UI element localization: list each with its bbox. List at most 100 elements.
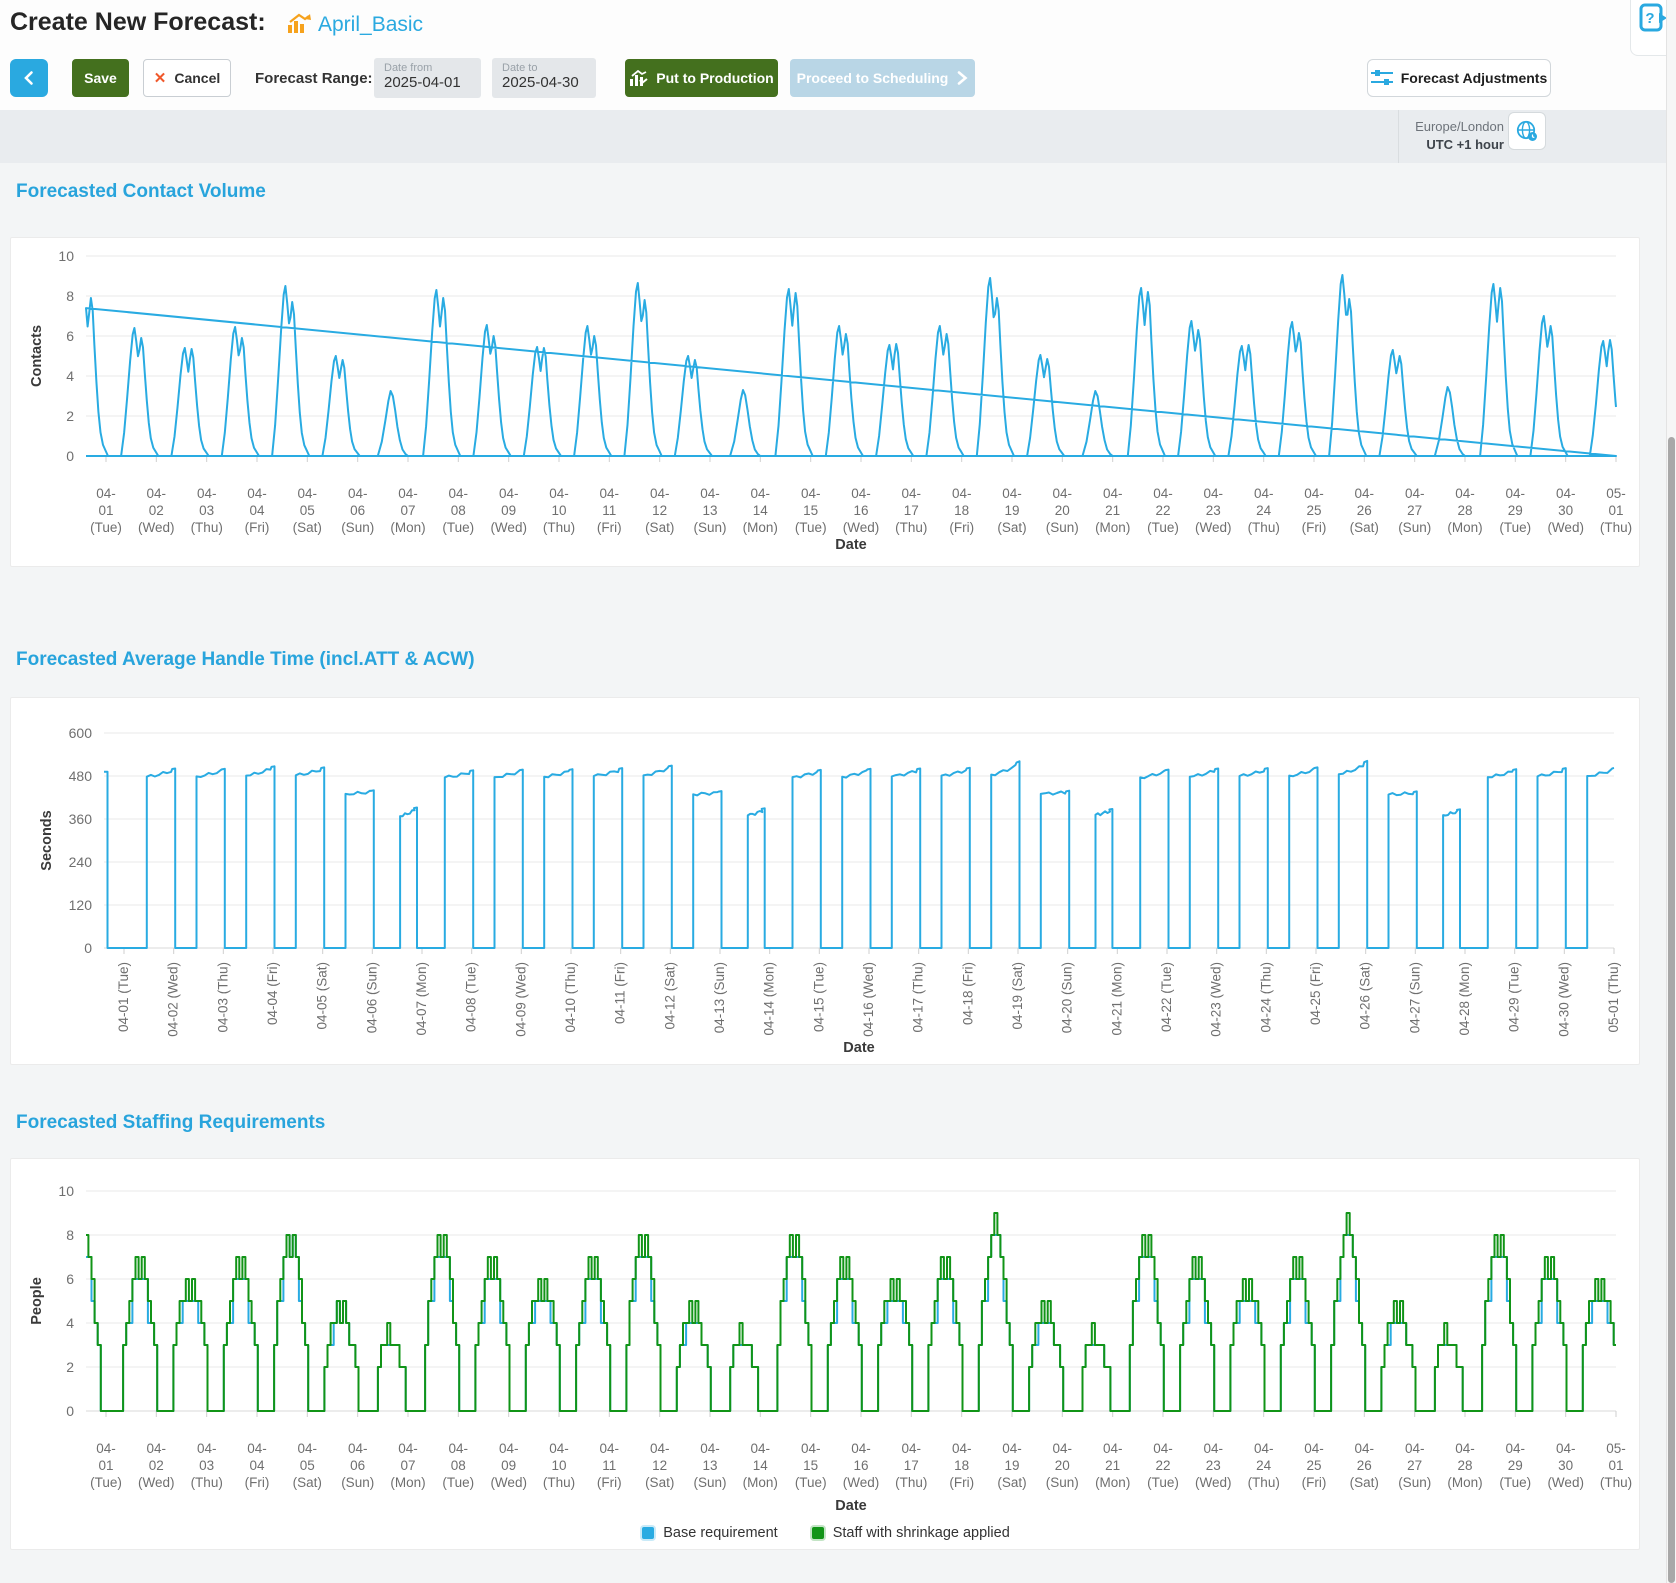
svg-text:(Thu): (Thu) (1248, 1475, 1280, 1490)
svg-text:(Tue): (Tue) (442, 1475, 474, 1490)
svg-text:04-: 04- (600, 1441, 620, 1456)
svg-text:04-: 04- (197, 486, 217, 501)
svg-text:04-: 04- (1455, 486, 1475, 501)
svg-text:01: 01 (98, 503, 113, 518)
svg-text:4: 4 (66, 368, 74, 384)
svg-text:04-25 (Fri): 04-25 (Fri) (1308, 962, 1323, 1025)
svg-text:(Wed): (Wed) (843, 1475, 880, 1490)
svg-text:03: 03 (199, 1458, 214, 1473)
svg-text:4: 4 (66, 1315, 74, 1331)
svg-text:(Sun): (Sun) (1046, 1475, 1079, 1490)
svg-text:04-: 04- (1103, 486, 1123, 501)
svg-text:04-: 04- (1355, 486, 1375, 501)
svg-text:(Wed): (Wed) (1195, 1475, 1232, 1490)
proceed-to-scheduling-label: Proceed to Scheduling (796, 70, 949, 86)
date-from-label: Date from (384, 62, 433, 74)
svg-text:04-03 (Thu): 04-03 (Thu) (215, 962, 230, 1033)
svg-text:04-: 04- (1254, 486, 1274, 501)
svg-text:6: 6 (66, 1271, 74, 1287)
svg-text:04-: 04- (650, 486, 670, 501)
chart-title-aht: Forecasted Average Handle Time (incl.ATT… (16, 649, 475, 670)
legend-item-shrinkage[interactable]: Staff with shrinkage applied (811, 1525, 1010, 1541)
svg-text:(Fri): (Fri) (245, 1475, 270, 1490)
scrollbar-thumb[interactable] (1668, 437, 1675, 1583)
save-button[interactable]: Save (72, 59, 129, 97)
date-from-field[interactable]: Date from 2025-04-01 (374, 58, 481, 98)
svg-text:19: 19 (1004, 503, 1019, 518)
svg-text:12: 12 (652, 503, 667, 518)
svg-text:04-: 04- (700, 486, 720, 501)
svg-text:04-30 (Wed): 04-30 (Wed) (1556, 962, 1571, 1037)
svg-text:10: 10 (551, 1458, 566, 1473)
svg-text:Seconds: Seconds (39, 810, 55, 870)
svg-text:27: 27 (1407, 503, 1422, 518)
cancel-button[interactable]: ✕ Cancel (143, 59, 231, 97)
svg-text:21: 21 (1105, 1458, 1120, 1473)
svg-text:(Sat): (Sat) (997, 520, 1026, 535)
chart-title-contact-volume: Forecasted Contact Volume (16, 181, 266, 202)
legend-label-base-requirement: Base requirement (663, 1525, 778, 1541)
svg-text:04-: 04- (1153, 1441, 1173, 1456)
svg-text:28: 28 (1457, 1458, 1472, 1473)
svg-text:04-: 04- (902, 486, 922, 501)
timezone-globe-button[interactable] (1508, 112, 1546, 150)
proceed-to-scheduling-button[interactable]: Proceed to Scheduling (790, 59, 975, 97)
back-button[interactable] (10, 59, 48, 97)
legend-item-base-requirement[interactable]: Base requirement (642, 1525, 778, 1541)
help-icon[interactable]: ? (1638, 3, 1668, 33)
svg-text:04-: 04- (801, 486, 821, 501)
put-to-production-button[interactable]: Put to Production (625, 59, 778, 97)
svg-text:20: 20 (1055, 1458, 1070, 1473)
svg-text:04-02 (Wed): 04-02 (Wed) (166, 962, 181, 1037)
svg-text:04-: 04- (1153, 486, 1173, 501)
forecast-adjustments-button[interactable]: Forecast Adjustments (1367, 59, 1551, 97)
svg-text:29: 29 (1508, 1458, 1523, 1473)
svg-text:23: 23 (1206, 503, 1221, 518)
svg-text:People: People (29, 1277, 45, 1325)
svg-text:25: 25 (1306, 503, 1321, 518)
svg-text:06: 06 (350, 1458, 365, 1473)
svg-text:08: 08 (451, 503, 466, 518)
svg-text:04-07 (Mon): 04-07 (Mon) (414, 962, 429, 1036)
svg-text:(Sun): (Sun) (1398, 1475, 1431, 1490)
svg-text:04-: 04- (398, 1441, 418, 1456)
svg-text:08: 08 (451, 1458, 466, 1473)
svg-text:04-: 04- (348, 486, 368, 501)
svg-text:09: 09 (501, 503, 516, 518)
svg-text:04-: 04- (1506, 1441, 1526, 1456)
svg-text:04-: 04- (1204, 1441, 1224, 1456)
svg-text:(Sat): (Sat) (1350, 520, 1379, 535)
svg-text:16: 16 (853, 1458, 868, 1473)
svg-text:24: 24 (1256, 503, 1272, 518)
aht-chart: 0 120 240 360 480 600 04-01 (Tue) 04-02 (Wed) 04… (11, 698, 1641, 1071)
svg-text:10: 10 (551, 503, 566, 518)
svg-text:(Mon): (Mon) (1095, 1475, 1130, 1490)
svg-text:(Thu): (Thu) (543, 1475, 575, 1490)
forecast-range-label: Forecast Range: (255, 70, 373, 87)
svg-text:(Mon): (Mon) (743, 520, 778, 535)
sliders-icon (1370, 70, 1393, 85)
svg-text:04-: 04- (348, 1441, 368, 1456)
svg-text:600: 600 (69, 725, 93, 741)
svg-text:12: 12 (652, 1458, 667, 1473)
svg-text:04-: 04- (247, 1441, 267, 1456)
svg-text:10: 10 (58, 1183, 74, 1199)
forecast-name-link[interactable]: April_Basic (318, 13, 423, 37)
svg-text:17: 17 (904, 1458, 919, 1473)
svg-text:(Wed): (Wed) (1195, 520, 1232, 535)
svg-text:(Mon): (Mon) (1447, 1475, 1482, 1490)
svg-text:04-: 04- (96, 1441, 116, 1456)
chart-title-staffing: Forecasted Staffing Requirements (16, 1112, 326, 1133)
svg-text:04-: 04- (398, 486, 418, 501)
svg-text:120: 120 (69, 897, 93, 913)
date-to-field[interactable]: Date to 2025-04-30 (492, 58, 596, 98)
svg-text:(Tue): (Tue) (90, 520, 122, 535)
svg-text:21: 21 (1105, 503, 1120, 518)
svg-text:(Thu): (Thu) (1248, 520, 1280, 535)
svg-text:05-: 05- (1606, 486, 1626, 501)
svg-text:(Wed): (Wed) (1547, 1475, 1584, 1490)
svg-text:18: 18 (954, 1458, 969, 1473)
svg-text:(Sat): (Sat) (997, 1475, 1026, 1490)
svg-text:04-26 (Sat): 04-26 (Sat) (1358, 962, 1373, 1030)
svg-text:04-18 (Fri): 04-18 (Fri) (960, 962, 975, 1025)
